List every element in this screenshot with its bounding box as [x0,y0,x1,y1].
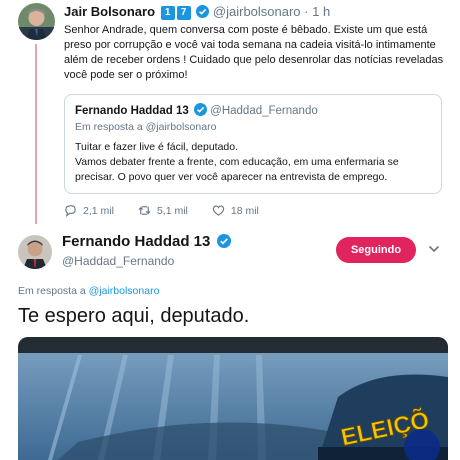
retweet-icon [138,206,151,215]
quote-author-name: Fernando Haddad 13 [75,105,189,117]
tweet-actions: 2,1 mil 5,1 mil 18 mil [64,204,283,217]
quote-line: Vamos debater frente a frente, com educa… [75,156,399,183]
tweet-text: Te espero aqui, deputado. [18,305,250,327]
number-badge: 1 [160,6,175,20]
avatar[interactable] [18,3,55,40]
author-name[interactable]: Fernando Haddad 13 [62,233,231,250]
media-image: ELEIÇÕ [18,337,448,460]
like-count: 18 mil [230,204,259,217]
author-handle[interactable]: @Haddad_Fernando [62,254,174,268]
avatar[interactable] [18,235,52,269]
verified-icon [216,234,231,248]
number-badge: 7 [176,6,191,20]
tweet-header: Jair Bolsonaro 17 @jairbolsonaro · 1 h [64,4,330,20]
reply-button[interactable]: 2,1 mil [64,204,114,217]
reply-handle: @jairbolsonaro [145,121,217,133]
heart-icon [212,205,225,216]
retweet-count: 5,1 mil [156,204,188,217]
tweet-time[interactable]: · 1 h [304,4,330,19]
reply-prefix: Em resposta a [18,285,86,297]
thread-line [35,44,37,224]
author-name-text: Fernando Haddad 13 [62,233,211,250]
tweet-text: Senhor Andrade, quem conversa com poste … [64,24,444,81]
reply-count: 2,1 mil [83,204,114,217]
quote-reply-context: Em resposta a @jairbolsonaro [75,121,431,133]
retweet-button[interactable]: 5,1 mil [138,204,188,217]
reply-context: Em resposta a @jairbolsonaro [18,285,159,297]
quote-text: Tuitar e fazer live é fácil, deputado. V… [75,140,431,185]
verified-icon [193,103,207,116]
author-handle[interactable]: @jairbolsonaro [213,4,301,19]
quote-author-handle: @Haddad_Fernando [210,105,318,117]
quote-line: Tuitar e fazer live é fácil, deputado. [75,141,239,153]
quoted-tweet[interactable]: Fernando Haddad 13 @Haddad_Fernando Em r… [64,94,442,194]
like-button[interactable]: 18 mil [212,204,259,217]
reply-icon [65,205,76,217]
reply-handle-link[interactable]: @jairbolsonaro [89,285,160,297]
reply-prefix: Em resposta a [75,121,143,133]
following-button[interactable]: Seguindo [336,237,416,263]
quote-header: Fernando Haddad 13 @Haddad_Fernando [75,103,431,117]
tweet-media[interactable]: ELEIÇÕ [18,337,448,460]
verified-icon [196,5,210,18]
chevron-down-icon[interactable] [428,244,440,254]
author-name[interactable]: Jair Bolsonaro [64,4,155,19]
